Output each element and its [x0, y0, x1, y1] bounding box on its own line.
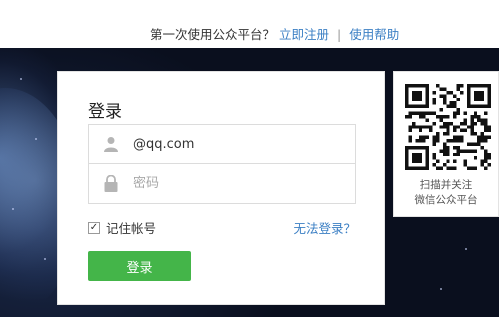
login-title: 登录 — [88, 102, 122, 122]
lock-icon — [89, 175, 133, 192]
remember-label: 记住帐号 — [106, 221, 157, 236]
register-question: 第一次使用公众平台？ — [150, 27, 276, 42]
qr-caption-line2: 微信公众平台 — [414, 194, 478, 206]
password-field[interactable] — [88, 164, 356, 204]
login-button[interactable]: 登录 — [88, 251, 191, 281]
help-link[interactable]: 使用帮助 — [349, 27, 399, 42]
star — [44, 258, 46, 260]
register-link[interactable]: 立即注册 — [279, 27, 329, 42]
star — [12, 208, 14, 210]
star — [35, 138, 37, 140]
account-field[interactable] — [88, 124, 356, 164]
register-prompt: 第一次使用公众平台？ 立即注册 | 使用帮助 — [150, 24, 399, 43]
qr-card: 扫描并关注 微信公众平台 — [393, 71, 499, 217]
remember-checkbox[interactable]: ✓ — [88, 221, 100, 234]
password-input[interactable] — [133, 164, 355, 203]
forgot-login-link[interactable]: 无法登录？ — [293, 218, 356, 237]
qr-code — [405, 84, 491, 170]
top-bar: 第一次使用公众平台？ 立即注册 | 使用帮助 — [0, 0, 499, 48]
star — [465, 248, 467, 250]
remember-account[interactable]: ✓ 记住帐号 — [88, 218, 156, 237]
user-icon — [89, 136, 133, 152]
login-card: 登录 ✓ 记住帐号 无法登录？ 登录 — [57, 71, 385, 305]
account-input[interactable] — [133, 125, 355, 163]
star — [440, 288, 442, 290]
star — [20, 78, 22, 80]
link-separator: | — [337, 27, 342, 42]
qr-caption-line1: 扫描并关注 — [419, 179, 473, 191]
qr-caption: 扫描并关注 微信公众平台 — [394, 178, 498, 208]
